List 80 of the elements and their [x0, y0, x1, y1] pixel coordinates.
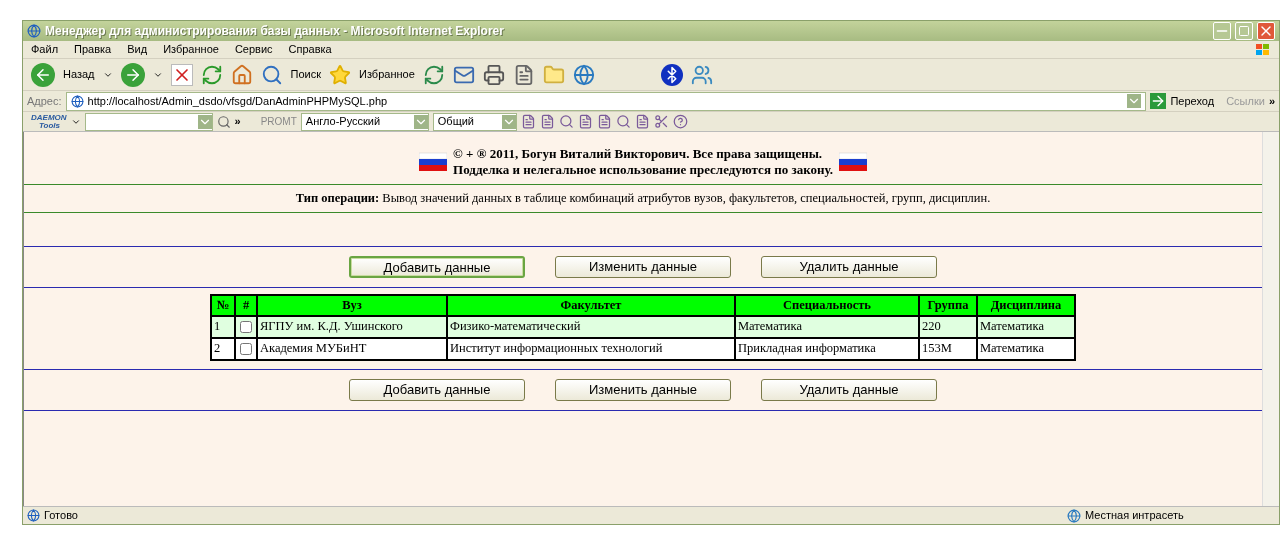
menu-item[interactable]: Вид [127, 41, 148, 58]
tool-icon[interactable] [615, 114, 631, 129]
table-cell: 153М [919, 337, 977, 360]
column-header: Вуз [257, 294, 447, 316]
search-button[interactable]: Поиск [290, 66, 321, 83]
tool-icon[interactable] [520, 114, 536, 129]
row-checkbox[interactable] [240, 343, 252, 356]
network-icon [1067, 508, 1081, 523]
action-button[interactable]: Изменить данные [555, 378, 731, 401]
menu-item[interactable]: Правка [74, 41, 112, 58]
table-cell: Физико-математический [447, 315, 735, 338]
action-button[interactable]: Удалить данные [761, 255, 937, 278]
address-field[interactable]: http://localhost/Admin_dsdo/vfsgd/DanAdminPHPMySQL.php [65, 91, 1147, 111]
back-button[interactable]: Назад [63, 66, 95, 83]
more-button[interactable]: » [1268, 92, 1275, 110]
favorites-button[interactable]: Избранное [359, 66, 415, 83]
table-cell: ЯГПУ им. К.Д. Ушинского [257, 315, 447, 338]
row-checkbox[interactable] [240, 321, 252, 334]
table-cell: 1 [211, 315, 235, 338]
column-header: Группа [919, 294, 977, 316]
search-icon [216, 114, 231, 129]
search-icon[interactable] [260, 63, 283, 86]
page-icon [27, 509, 40, 522]
go-button[interactable]: Переход [1170, 92, 1215, 110]
globe-icon[interactable] [572, 63, 595, 86]
page-icon [70, 94, 84, 108]
table-cell: Институт информационных технологий [447, 337, 735, 360]
dropdown-field[interactable] [84, 112, 213, 131]
daemon-tools-logo: DAEMON Tools [31, 113, 67, 130]
tool-icon[interactable] [596, 114, 612, 129]
table-cell: 2 [211, 337, 235, 360]
dropdown-field[interactable]: Англо-Русский [300, 112, 429, 131]
page-icon [27, 24, 41, 38]
action-button[interactable]: Добавить данные [349, 255, 525, 278]
table-cell: Математика [735, 315, 919, 338]
tool-icon[interactable] [634, 114, 650, 129]
home-icon[interactable] [230, 63, 253, 86]
stop-icon[interactable] [170, 63, 193, 86]
menu-item[interactable]: Избранное [163, 41, 219, 58]
table-cell: Академия МУБиНТ [257, 337, 447, 360]
copyright-text: Подделка и нелегальное использование преследуются по закону. [453, 162, 833, 178]
tool-icon[interactable] [577, 114, 593, 129]
scrollbar[interactable] [1262, 132, 1279, 506]
dropdown-field[interactable]: Общий [432, 112, 517, 131]
tool-icon[interactable] [539, 114, 555, 129]
star-icon[interactable] [329, 63, 351, 86]
refresh-icon[interactable] [200, 63, 223, 86]
table-cell: Математика [977, 315, 1075, 338]
people-icon[interactable] [690, 63, 713, 86]
zone-text: Местная интрасеть [1085, 508, 1185, 524]
close-button[interactable] [1257, 22, 1275, 40]
table-cell: Математика [977, 337, 1075, 360]
windows-logo-icon [1255, 42, 1271, 57]
printer-icon[interactable] [482, 63, 505, 86]
action-button[interactable]: Удалить данные [761, 378, 937, 401]
column-header: Специальность [735, 294, 919, 316]
tool-icon[interactable] [558, 114, 574, 129]
tool-icon[interactable] [653, 114, 669, 129]
action-button[interactable]: Добавить данные [349, 378, 525, 401]
menu-item[interactable]: Файл [31, 41, 59, 58]
more-button[interactable]: » [234, 113, 241, 130]
address-label: Адрес: [27, 93, 62, 109]
column-header: № [211, 294, 235, 316]
operation-text: Тип операции: Вывод значений данных в таблице комбинаций атрибутов вузов, факультетов, специальностей, групп, дисциплин. [295, 190, 991, 207]
status-text: Готово [44, 508, 79, 524]
column-header: Факультет [447, 294, 735, 316]
column-header: Дисциплина [977, 294, 1075, 316]
bluetooth-icon[interactable] [660, 63, 683, 86]
column-header: # [235, 294, 257, 316]
window-title: Менеджер для администрирования базы данных - Microsoft Internet Explorer [45, 23, 505, 40]
tool-icon[interactable] [672, 114, 688, 129]
table-cell: Прикладная информатика [735, 337, 919, 360]
menu-item[interactable]: Справка [288, 41, 332, 58]
flag-icon [838, 152, 867, 172]
promt-label: PROMT [259, 115, 297, 129]
menu-item[interactable]: Сервис [234, 41, 273, 58]
flag-icon [419, 152, 448, 172]
action-button[interactable]: Изменить данные [555, 255, 731, 278]
copyright-text: © + ® 2011, Богун Виталий Викторович. Все права защищены. [453, 146, 824, 162]
table-cell: 220 [919, 315, 977, 338]
